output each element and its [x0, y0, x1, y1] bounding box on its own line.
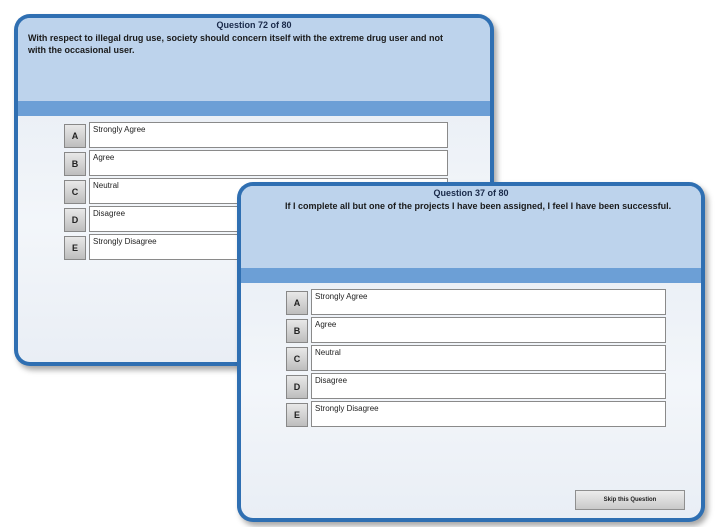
answer-label[interactable]: Strongly Agree — [311, 289, 666, 315]
skip-question-button[interactable]: Skip this Question — [575, 490, 685, 510]
answer-label[interactable]: Agree — [311, 317, 666, 343]
answer-letter-button[interactable]: A — [286, 291, 308, 315]
header-divider — [18, 101, 490, 116]
answer-letter-button[interactable]: B — [64, 152, 86, 176]
answer-label[interactable]: Strongly Agree — [89, 122, 448, 148]
answer-label[interactable]: Agree — [89, 150, 448, 176]
question-header: Question 37 of 80 If I complete all but … — [241, 186, 701, 268]
answer-option-a[interactable]: A Strongly Agree — [286, 289, 666, 317]
header-divider — [241, 268, 701, 283]
question-header: Question 72 of 80 With respect to illega… — [18, 18, 490, 101]
answer-option-b[interactable]: B Agree — [286, 317, 666, 345]
answer-letter-button[interactable]: C — [64, 180, 86, 204]
answer-option-c[interactable]: C Neutral — [286, 345, 666, 373]
answer-letter-button[interactable]: D — [286, 375, 308, 399]
answer-letter-button[interactable]: A — [64, 124, 86, 148]
answer-label[interactable]: Neutral — [311, 345, 666, 371]
question-window-37: Question 37 of 80 If I complete all but … — [237, 182, 705, 522]
question-counter: Question 72 of 80 — [216, 20, 292, 30]
answer-letter-button[interactable]: E — [64, 236, 86, 260]
answer-list: A Strongly Agree B Agree C Neutral D Dis… — [286, 289, 666, 429]
answer-letter-button[interactable]: D — [64, 208, 86, 232]
question-text: With respect to illegal drug use, societ… — [28, 33, 443, 55]
answer-option-a[interactable]: A Strongly Agree — [64, 122, 448, 150]
answer-label[interactable]: Strongly Disagree — [311, 401, 666, 427]
question-counter: Question 37 of 80 — [433, 188, 509, 198]
answer-option-d[interactable]: D Disagree — [286, 373, 666, 401]
question-text: If I complete all but one of the project… — [285, 201, 672, 211]
answer-option-b[interactable]: B Agree — [64, 150, 448, 178]
answer-letter-button[interactable]: B — [286, 319, 308, 343]
answer-option-e[interactable]: E Strongly Disagree — [286, 401, 666, 429]
question-panel: Question 37 of 80 If I complete all but … — [241, 186, 701, 518]
answer-label[interactable]: Disagree — [311, 373, 666, 399]
answer-letter-button[interactable]: C — [286, 347, 308, 371]
answer-letter-button[interactable]: E — [286, 403, 308, 427]
